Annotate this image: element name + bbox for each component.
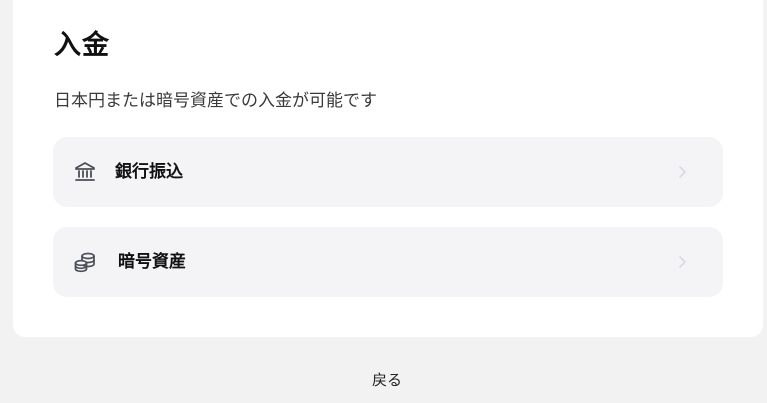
bank-transfer-option[interactable]: 銀行振込: [53, 137, 723, 207]
bank-icon: [73, 160, 97, 184]
crypto-option[interactable]: 暗号資産: [53, 227, 723, 297]
coins-icon: [73, 250, 97, 274]
page-subtitle: 日本円または暗号資産での入金が可能です: [54, 91, 377, 111]
chevron-right-icon: [677, 164, 687, 180]
bank-transfer-label: 銀行振込: [115, 162, 183, 182]
deposit-page: 入金 日本円または暗号資産での入金が可能です 銀行振込 暗号資産 戻る: [0, 0, 767, 403]
chevron-right-icon: [677, 254, 687, 270]
crypto-label: 暗号資産: [118, 252, 186, 272]
back-button[interactable]: 戻る: [347, 367, 427, 393]
page-title: 入金: [54, 30, 110, 61]
